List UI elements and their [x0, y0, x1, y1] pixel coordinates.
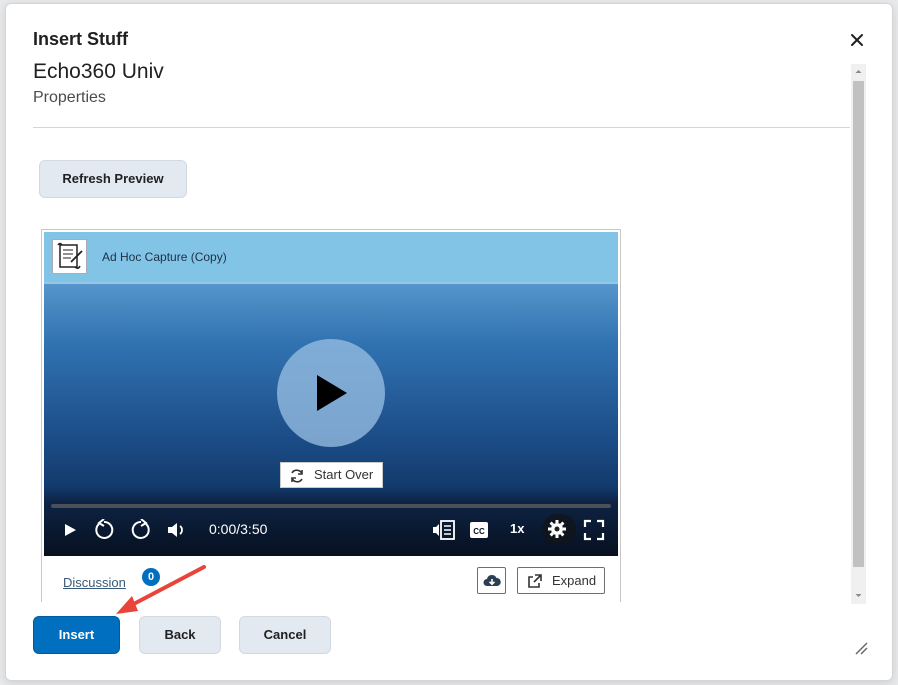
resize-handle-icon[interactable] — [854, 641, 868, 655]
back-button[interactable]: Back — [139, 616, 221, 654]
video-title: Ad Hoc Capture (Copy) — [102, 250, 227, 264]
external-link-icon — [528, 574, 542, 588]
scroll-up-icon[interactable] — [851, 64, 866, 79]
start-over-button[interactable]: Start Over — [280, 462, 383, 488]
svg-text:CC: CC — [473, 527, 485, 536]
divider — [33, 127, 850, 128]
rewind-icon[interactable] — [92, 519, 116, 541]
player-frame: Ad Hoc Capture (Copy) Start Over 0:00/3:… — [41, 229, 621, 602]
settings-icon[interactable] — [542, 514, 576, 544]
close-icon[interactable] — [848, 28, 868, 52]
dialog-title: Insert Stuff — [33, 29, 129, 49]
dialog-content: Echo360 Univ Properties Refresh Preview — [6, 54, 851, 602]
cc-icon[interactable]: CC — [468, 519, 490, 541]
insert-button[interactable]: Insert — [33, 616, 120, 654]
scrollbar-thumb[interactable] — [853, 81, 864, 567]
player-header: Ad Hoc Capture (Copy) — [44, 232, 618, 282]
volume-icon[interactable] — [166, 519, 188, 541]
forward-icon[interactable] — [129, 519, 153, 541]
expand-label: Expand — [552, 573, 597, 588]
refresh-preview-button[interactable]: Refresh Preview — [39, 160, 187, 198]
playback-speed[interactable]: 1x — [510, 521, 524, 536]
video-frame — [44, 282, 618, 342]
scroll-icon — [52, 239, 87, 274]
big-play-button[interactable] — [277, 339, 385, 447]
discussion-link[interactable]: Discussion — [63, 575, 126, 590]
discussion-count-badge: 0 — [142, 568, 160, 586]
progress-bar[interactable] — [51, 504, 611, 508]
vertical-scrollbar[interactable] — [851, 64, 866, 604]
fullscreen-icon[interactable] — [583, 519, 605, 541]
cancel-button[interactable]: Cancel — [239, 616, 331, 654]
properties-heading: Properties — [33, 89, 106, 106]
transcript-icon[interactable] — [432, 519, 456, 541]
cloud-download-icon[interactable] — [477, 567, 506, 594]
start-over-label: Start Over — [314, 467, 374, 482]
play-icon[interactable] — [62, 519, 78, 541]
refresh-icon — [291, 469, 303, 483]
expand-button[interactable]: Expand — [517, 567, 605, 594]
time-readout: 0:00/3:50 — [209, 521, 268, 537]
insert-stuff-dialog: Insert Stuff Echo360 Univ Properties Ref… — [5, 3, 893, 681]
scroll-down-icon[interactable] — [851, 588, 866, 603]
video-player[interactable]: Ad Hoc Capture (Copy) Start Over 0:00/3:… — [44, 232, 618, 556]
play-icon — [317, 375, 347, 411]
app-heading: Echo360 Univ — [33, 60, 164, 83]
